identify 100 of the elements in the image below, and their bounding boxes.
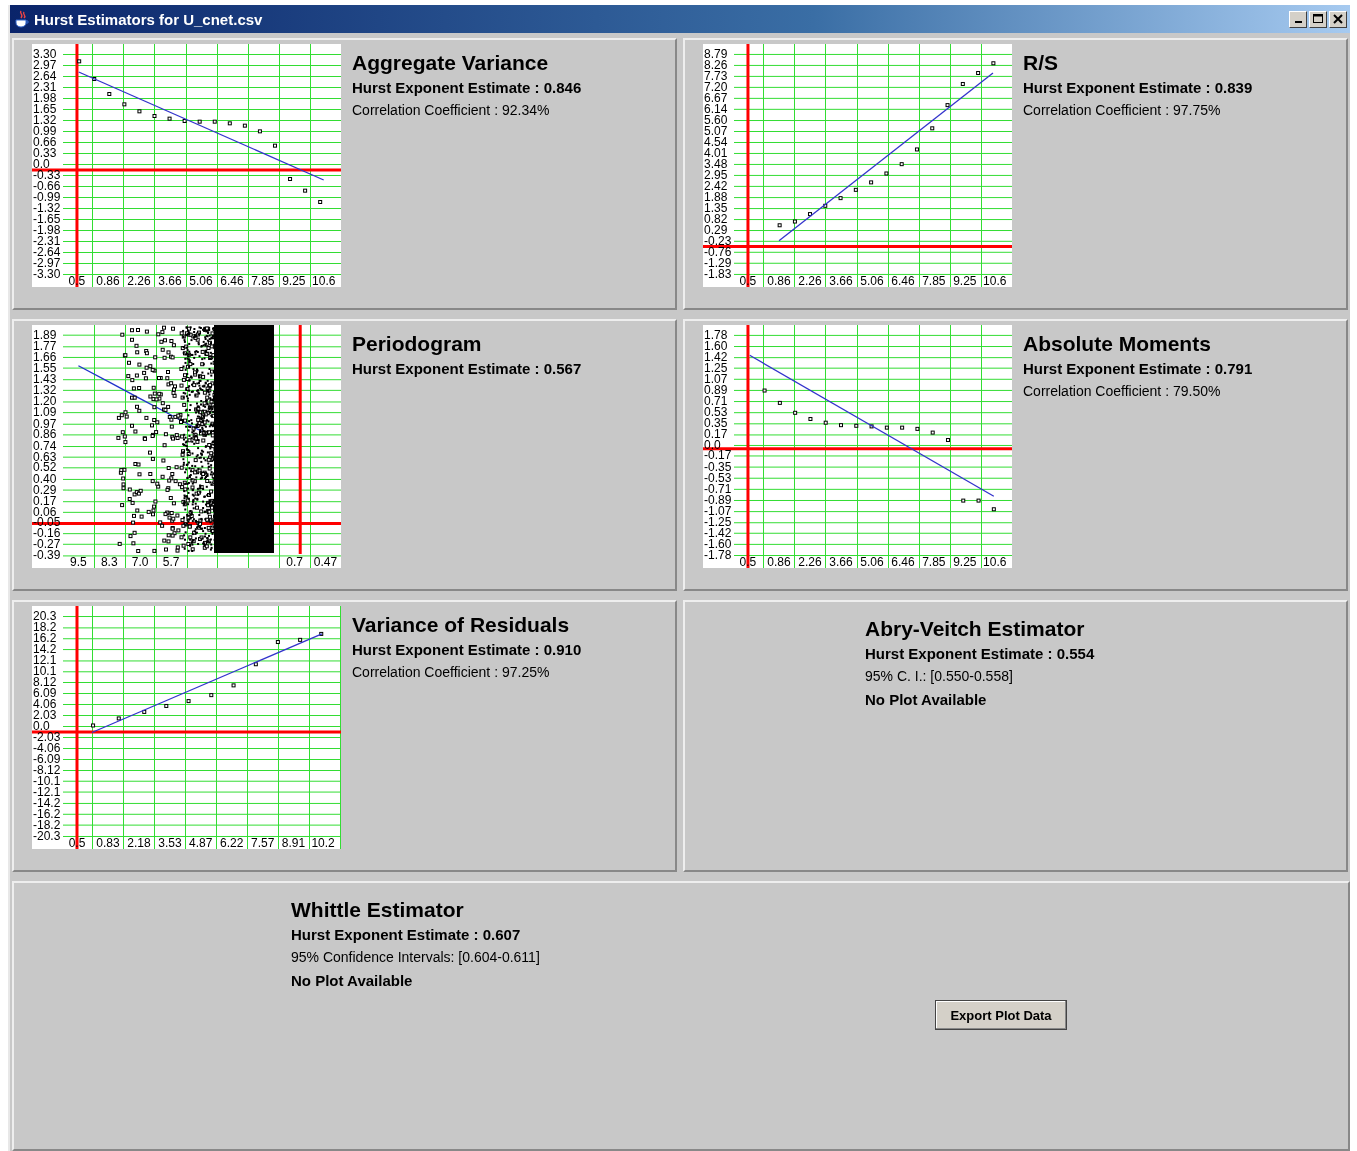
tick-label: -2.64 [33, 245, 61, 259]
tick-label: 2.26 [798, 555, 822, 568]
tick-label: 5.06 [860, 555, 884, 568]
tick-label: 2.18 [127, 836, 151, 849]
tick-label: 5.07 [704, 124, 728, 138]
tick-label: 6.22 [220, 836, 244, 849]
estimator-title: Whittle Estimator [291, 897, 465, 923]
tick-label: 2.31 [33, 80, 57, 94]
tick-label: 8.12 [33, 675, 57, 689]
tick-label: 6.09 [33, 686, 57, 700]
tick-label: 6.46 [891, 555, 915, 568]
tick-label: -1.98 [33, 223, 61, 237]
tick-label: 1.65 [33, 102, 57, 116]
tick-label: 7.57 [251, 836, 275, 849]
estimator-title: Variance of Residuals [352, 612, 571, 638]
estimator-title: Aggregate Variance [352, 50, 550, 76]
tick-label: 5.06 [860, 274, 884, 287]
tick-label: 2.26 [127, 274, 151, 287]
tick-label: 3.30 [33, 47, 57, 61]
tick-label: 0.86 [767, 555, 791, 568]
tick-label: 5.7 [162, 555, 180, 568]
tick-label: -0.89 [704, 493, 732, 507]
tick-label: 0.47 [313, 555, 338, 568]
detail-text: Correlation Coefficient : 97.25% [352, 663, 551, 682]
tick-label: 10.6 [983, 274, 1007, 287]
tick-label: 0.83 [96, 836, 120, 849]
tick-label: 10.2 [311, 836, 335, 849]
estimate-text: Hurst Exponent Estimate : 0.607 [291, 925, 522, 945]
tick-label: 3.66 [158, 274, 182, 287]
estimator-title: R/S [1023, 50, 1059, 76]
estimate-text: No Plot Available [291, 971, 414, 991]
detail-text: Correlation Coefficient : 79.50% [1023, 382, 1222, 401]
tick-label: 1.32 [33, 382, 57, 397]
tick-label: -0.39 [33, 548, 61, 563]
tick-label: 0.33 [33, 146, 57, 160]
tick-label: 7.85 [251, 274, 275, 287]
tick-label: -2.03 [33, 730, 61, 744]
tick-label: 9.5 [70, 555, 87, 568]
estimate-text: Hurst Exponent Estimate : 0.910 [352, 640, 582, 660]
tick-label: 20.3 [33, 609, 57, 623]
tick-label: 0.74 [33, 439, 57, 453]
tick-label: 2.97 [33, 58, 57, 72]
tick-label: -1.65 [33, 212, 61, 226]
tick-label: 7.0 [131, 555, 149, 568]
tick-label: 3.66 [829, 555, 853, 568]
tick-label: -0.99 [33, 190, 61, 204]
tick-label: 0.99 [33, 124, 57, 138]
tick-label: 1.98 [33, 91, 57, 105]
tick-label: 2.03 [33, 708, 57, 722]
tick-label: 1.89 [33, 327, 57, 342]
estimate-text: Hurst Exponent Estimate : 0.839 [1023, 78, 1253, 98]
tick-label: 2.26 [798, 274, 822, 287]
tick-label: 0.86 [767, 274, 791, 287]
tick-label: 2.64 [33, 69, 57, 83]
tick-label: -6.09 [33, 752, 61, 766]
tick-label: 8.91 [281, 836, 306, 849]
tick-label: 0.0 [33, 157, 50, 171]
tick-label: 0.86 [33, 427, 57, 442]
tick-label: 0.86 [96, 274, 120, 287]
tick-label: 4.87 [189, 836, 213, 849]
tick-label: 8.3 [100, 555, 118, 568]
tick-label: 7.85 [922, 555, 946, 568]
tick-label: 1.78 [704, 327, 728, 342]
tick-label: 4.06 [33, 697, 57, 711]
tick-label: -0.33 [33, 168, 61, 182]
detail-text: Correlation Coefficient : 97.75% [1023, 101, 1222, 120]
tick-label: 1.60 [704, 339, 728, 353]
window-title: Hurst Estimators for U_cnet.csv [34, 10, 264, 28]
tick-label: 9.25 [953, 274, 977, 287]
estimator-title: Periodogram [352, 331, 483, 357]
tick-label: 10.6 [312, 274, 336, 287]
tick-label: 7.85 [922, 274, 946, 287]
estimate-text: Hurst Exponent Estimate : 0.791 [1023, 359, 1253, 379]
tick-label: -0.66 [33, 179, 61, 193]
detail-text: 95% Confidence Intervals: [0.604-0.611] [291, 948, 540, 967]
detail-text: 95% C. I.: [0.550-0.558] [865, 667, 1014, 686]
tick-label: -2.97 [33, 256, 61, 270]
tick-label: -1.32 [33, 201, 61, 215]
detail-text: Correlation Coefficient : 92.34% [352, 101, 551, 120]
tick-label: -3.30 [33, 267, 61, 281]
estimator-title: Absolute Moments [1023, 331, 1212, 357]
tick-label: 9.25 [282, 274, 306, 287]
estimate-text: Hurst Exponent Estimate : 0.567 [352, 359, 582, 379]
tick-label: 10.6 [983, 555, 1007, 568]
tick-label: 3.66 [829, 274, 853, 287]
tick-label: -20.3 [33, 829, 61, 843]
tick-label: 6.46 [220, 274, 244, 287]
estimate-text: Hurst Exponent Estimate : 0.554 [865, 644, 1096, 664]
tick-label: -2.31 [33, 234, 61, 248]
tick-label: 6.46 [891, 274, 915, 287]
tick-label: 0.0 [33, 719, 50, 733]
tick-label: 9.25 [953, 555, 977, 568]
tick-label: 3.53 [158, 836, 182, 849]
tick-label: 0.7 [286, 555, 303, 568]
tick-label: -4.06 [33, 741, 61, 755]
estimate-text: Hurst Exponent Estimate : 0.846 [352, 78, 582, 98]
tick-label: -1.78 [704, 548, 732, 562]
tick-label: 5.06 [189, 274, 213, 287]
estimate-text: No Plot Available [865, 690, 988, 710]
tick-label: 1.09 [33, 405, 57, 420]
